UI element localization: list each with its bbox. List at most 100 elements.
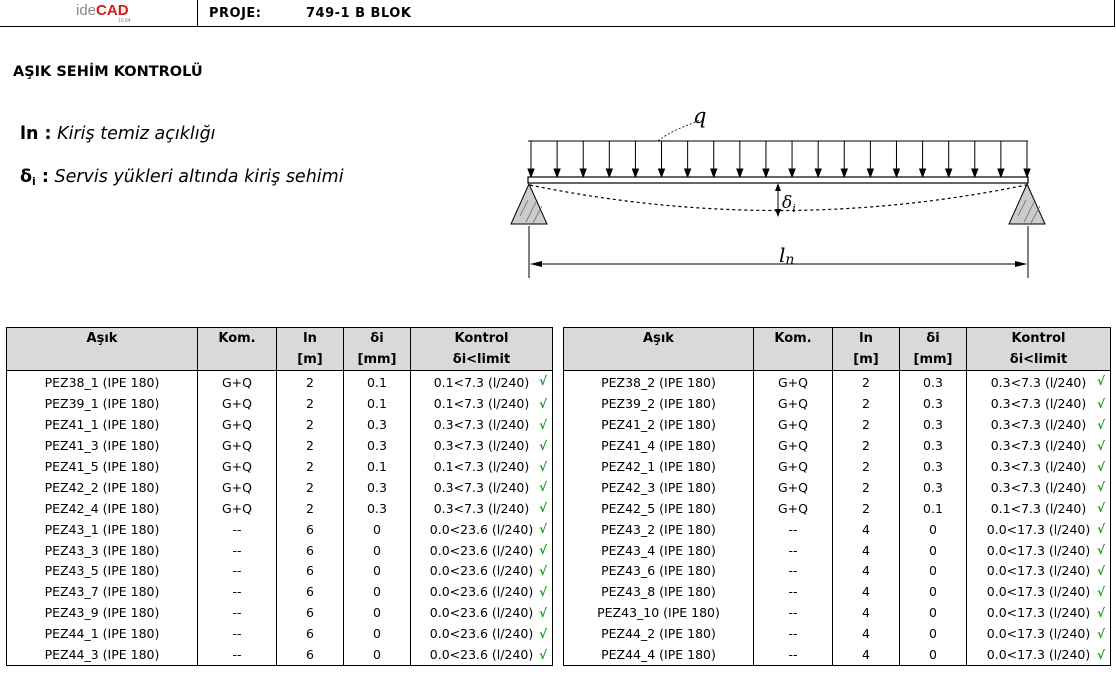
cell-asik: PEZ42_3 (IPE 180) [563, 477, 754, 499]
cell-kom: G+Q [753, 435, 833, 457]
cell-di: 0 [343, 519, 411, 541]
table-row: PEZ42_2 (IPE 180) G+Q 2 0.3 0.3<7.3 (l/240) √ [6, 477, 553, 499]
legend-delta-text: Servis yükleri altında kiriş sehimi [54, 167, 344, 187]
check-icon: √ [1096, 647, 1105, 662]
cell-kom: -- [753, 540, 833, 562]
cell-asik: PEZ43_7 (IPE 180) [6, 581, 198, 603]
cell-di: 0 [343, 581, 411, 603]
kontrol-value: 0.0<17.3 (l/240) [986, 605, 1091, 621]
load-arrow-head [918, 168, 927, 179]
cell-asik: PEZ44_4 (IPE 180) [563, 644, 754, 667]
table-row: PEZ43_2 (IPE 180) -- 4 0 0.0<17.3 (l/240) √ [563, 519, 1111, 541]
kontrol-value: 0.3<7.3 (l/240) [990, 417, 1087, 433]
right-support [1008, 182, 1046, 225]
table-row: PEZ39_2 (IPE 180) G+Q 2 0.3 0.3<7.3 (l/240) √ [563, 393, 1111, 415]
cell-kontrol: 0.3<7.3 (l/240) √ [966, 456, 1111, 478]
cell-kom: G+Q [753, 370, 833, 394]
check-icon: √ [538, 605, 547, 620]
load-arrow-head [997, 168, 1005, 179]
cell-asik: PEZ42_5 (IPE 180) [563, 498, 754, 520]
check-icon: √ [538, 647, 547, 662]
cell-ln: 2 [276, 498, 344, 520]
cell-asik: PEZ43_6 (IPE 180) [563, 561, 754, 582]
legend-delta: δi : Servis yükleri altında kiriş sehimi [20, 167, 344, 188]
kontrol-value: 0.0<23.6 (l/240) [429, 647, 534, 663]
kontrol-value: 0.3<7.3 (l/240) [990, 396, 1087, 412]
cell-asik: PEZ42_2 (IPE 180) [6, 477, 198, 499]
cell-ln: 2 [276, 456, 344, 478]
cell-kom: G+Q [753, 393, 833, 415]
left-support [510, 182, 548, 225]
cell-di: 0 [899, 519, 967, 541]
kontrol-value: 0.3<7.3 (l/240) [433, 417, 530, 433]
page-title: AŞIK SEHİM KONTROLÜ [13, 64, 203, 80]
cell-kom: G+Q [197, 456, 277, 478]
cell-kontrol: 0.0<23.6 (l/240) √ [410, 519, 553, 541]
load-arrow-head [892, 168, 901, 179]
kontrol-value: 0.0<23.6 (l/240) [429, 542, 534, 558]
load-arrow-head [553, 168, 561, 179]
cell-kom: G+Q [197, 435, 277, 457]
cell-kontrol: 0.0<17.3 (l/240) √ [966, 561, 1111, 582]
cell-asik: PEZ39_1 (IPE 180) [6, 393, 198, 415]
cell-kontrol: 0.3<7.3 (l/240) √ [410, 435, 553, 457]
check-icon: √ [538, 584, 547, 599]
cell-kom: G+Q [753, 414, 833, 436]
cell-kontrol: 0.3<7.3 (l/240) √ [966, 435, 1111, 457]
cell-kontrol: 0.0<23.6 (l/240) √ [410, 623, 553, 645]
table-row: PEZ44_2 (IPE 180) -- 4 0 0.0<17.3 (l/240) √ [563, 623, 1111, 645]
cell-asik: PEZ43_5 (IPE 180) [6, 561, 198, 582]
cell-kom: -- [753, 644, 833, 667]
load-arrow-head [944, 168, 953, 179]
cell-kontrol: 0.3<7.3 (l/240) √ [410, 414, 553, 436]
report-header: ideCAD 10.64 PROJE: 749-1 B BLOK [0, 0, 1115, 27]
project-label: PROJE: [209, 6, 262, 21]
load-arrow-head [631, 168, 640, 179]
cell-kom: G+Q [197, 414, 277, 436]
legend-ln: ln : Kiriş temiz açıklığı [20, 124, 216, 144]
distributed-load-arrows [527, 141, 1031, 179]
table-row: PEZ42_5 (IPE 180) G+Q 2 0.1 0.1<7.3 (l/240) √ [563, 498, 1111, 520]
check-icon: √ [1096, 480, 1105, 495]
cell-kontrol: 0.3<7.3 (l/240) √ [966, 477, 1111, 499]
cell-ln: 4 [832, 561, 900, 582]
col-header-di: δi [mm] [343, 327, 411, 371]
cell-kom: -- [753, 561, 833, 582]
col-header-di: δi [mm] [899, 327, 967, 371]
cell-ln: 6 [276, 581, 344, 603]
kontrol-value: 0.0<17.3 (l/240) [986, 542, 1091, 558]
col-header-kontrol: Kontrol δi<limit [410, 327, 553, 371]
table-row: PEZ44_3 (IPE 180) -- 6 0 0.0<23.6 (l/240) √ [6, 644, 553, 667]
kontrol-value: 0.3<7.3 (l/240) [433, 438, 530, 454]
load-arrow-head [1023, 168, 1031, 179]
cell-ln: 2 [832, 393, 900, 415]
kontrol-value: 0.0<23.6 (l/240) [429, 563, 534, 579]
cell-asik: PEZ38_2 (IPE 180) [563, 370, 754, 394]
cell-kom: -- [753, 602, 833, 624]
load-arrow-head [683, 168, 692, 179]
cell-di: 0.3 [899, 414, 967, 436]
cell-kontrol: 0.1<7.3 (l/240) √ [410, 370, 553, 394]
cell-ln: 4 [832, 519, 900, 541]
check-icon: √ [1096, 374, 1105, 388]
cell-di: 0 [899, 581, 967, 603]
check-icon: √ [1096, 605, 1105, 620]
cell-asik: PEZ42_1 (IPE 180) [563, 456, 754, 478]
cell-kontrol: 0.0<17.3 (l/240) √ [966, 519, 1111, 541]
project-value: 749-1 B BLOK [306, 6, 412, 21]
table-row: PEZ43_3 (IPE 180) -- 6 0 0.0<23.6 (l/240) √ [6, 540, 553, 562]
table-row: PEZ44_1 (IPE 180) -- 6 0 0.0<23.6 (l/240) √ [6, 623, 553, 645]
col-header-kom: Kom. [197, 327, 277, 371]
cell-kontrol: 0.3<7.3 (l/240) √ [966, 393, 1111, 415]
table-row: PEZ43_8 (IPE 180) -- 4 0 0.0<17.3 (l/240) √ [563, 581, 1111, 603]
kontrol-value: 0.3<7.3 (l/240) [990, 375, 1087, 391]
cell-kontrol: 0.0<17.3 (l/240) √ [966, 540, 1111, 562]
cell-di: 0 [343, 561, 411, 582]
cell-kontrol: 0.3<7.3 (l/240) √ [410, 477, 553, 499]
cell-ln: 2 [276, 477, 344, 499]
table-row: PEZ43_1 (IPE 180) -- 6 0 0.0<23.6 (l/240) √ [6, 519, 553, 541]
cell-di: 0 [899, 540, 967, 562]
cell-ln: 2 [276, 414, 344, 436]
check-icon: √ [1096, 459, 1105, 474]
cell-ln: 4 [832, 644, 900, 667]
